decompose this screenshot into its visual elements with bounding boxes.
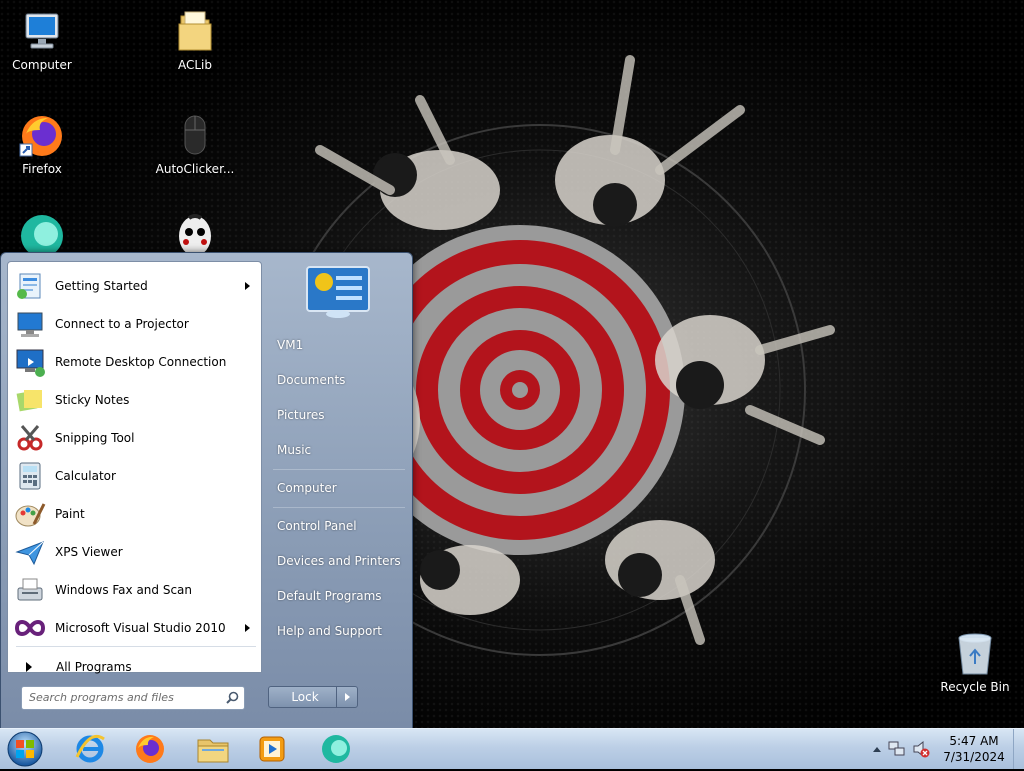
link-pictures[interactable]: Pictures <box>269 400 411 430</box>
search-icon[interactable] <box>226 691 239 704</box>
program-snipping-tool[interactable]: Snipping Tool <box>12 420 258 456</box>
program-label: Paint <box>55 507 85 521</box>
submenu-arrow-icon <box>245 624 250 632</box>
folder-icon <box>171 8 219 56</box>
program-sticky-notes[interactable]: Sticky Notes <box>12 382 258 418</box>
program-remote-desktop[interactable]: Remote Desktop Connection <box>12 344 258 380</box>
snipping-tool-icon <box>14 422 46 454</box>
desktop-icon-label: Recycle Bin <box>940 680 1010 694</box>
program-getting-started[interactable]: Getting Started <box>12 268 258 304</box>
firefox-icon <box>136 735 164 763</box>
link-documents[interactable]: Documents <box>269 365 411 395</box>
start-menu-programs-pane: Getting Started Connect to a Projector R… <box>7 261 262 674</box>
divider <box>16 646 256 647</box>
program-paint[interactable]: Paint <box>12 496 258 532</box>
all-programs-label: All Programs <box>56 660 132 674</box>
getting-started-icon <box>14 270 46 302</box>
program-label: Sticky Notes <box>55 393 130 407</box>
clock-date: 7/31/2024 <box>943 750 1005 764</box>
desktop-icon-autoclicker[interactable]: AutoClicker... <box>153 112 237 176</box>
shutdown-options-arrow[interactable] <box>336 686 358 708</box>
desktop-icon-label: Computer <box>12 58 72 72</box>
search-box[interactable] <box>21 686 245 710</box>
program-calculator[interactable]: Calculator <box>12 458 258 494</box>
taskbar-internet-explorer[interactable] <box>63 732 117 766</box>
desktop-icon-label: AutoClicker... <box>155 162 235 176</box>
mouse-icon <box>171 112 219 160</box>
media-player-icon <box>259 736 285 762</box>
program-label: Calculator <box>55 469 116 483</box>
all-programs-button[interactable]: All Programs <box>12 652 258 682</box>
remote-desktop-icon <box>14 346 46 378</box>
computer-icon <box>18 8 66 56</box>
desktop-icon-computer[interactable]: Computer <box>0 8 84 72</box>
program-label: Connect to a Projector <box>55 317 189 331</box>
taskbar-teal-app[interactable] <box>309 732 363 766</box>
desktop-icon-firefox[interactable]: Firefox <box>0 112 84 176</box>
program-label: Remote Desktop Connection <box>55 355 227 369</box>
taskbar-firefox[interactable] <box>123 732 177 766</box>
program-connect-projector[interactable]: Connect to a Projector <box>12 306 258 342</box>
right-arrow-icon <box>26 662 32 672</box>
user-picture-icon[interactable] <box>306 266 370 318</box>
recycle-bin-icon <box>951 630 999 678</box>
projector-icon <box>14 308 46 340</box>
paint-icon <box>14 498 46 530</box>
show-desktop-button[interactable] <box>1013 729 1024 769</box>
network-icon[interactable] <box>888 740 906 758</box>
link-user-vm1[interactable]: VM1 <box>269 330 411 360</box>
start-button[interactable] <box>4 730 46 768</box>
clock-time: 5:47 AM <box>949 734 999 748</box>
program-fax-scan[interactable]: Windows Fax and Scan <box>12 572 258 608</box>
fax-scan-icon <box>14 574 46 606</box>
program-label: Snipping Tool <box>55 431 135 445</box>
link-default-programs[interactable]: Default Programs <box>269 581 411 611</box>
link-control-panel[interactable]: Control Panel <box>269 511 411 541</box>
link-devices-printers[interactable]: Devices and Printers <box>269 546 411 576</box>
desktop[interactable]: Computer ACLib Firefox AutoClicker... Re… <box>0 0 1024 728</box>
link-help-support[interactable]: Help and Support <box>269 616 411 646</box>
desktop-icon-aclib[interactable]: ACLib <box>153 8 237 72</box>
start-menu-links-pane: VM1 Documents Pictures Music Computer Co… <box>263 253 411 728</box>
program-label: XPS Viewer <box>55 545 123 559</box>
submenu-arrow-icon <box>245 282 250 290</box>
visual-studio-icon <box>14 612 46 644</box>
lock-button[interactable]: Lock <box>268 686 342 708</box>
taskbar: 5:47 AM 7/31/2024 <box>0 728 1024 769</box>
windows-explorer-icon <box>197 739 229 763</box>
program-xps-viewer[interactable]: XPS Viewer <box>12 534 258 570</box>
start-menu: Getting Started Connect to a Projector R… <box>0 252 413 728</box>
program-label: Microsoft Visual Studio 2010 <box>55 621 226 635</box>
desktop-icon-recycle-bin[interactable]: Recycle Bin <box>933 630 1017 694</box>
clock[interactable]: 5:47 AM 7/31/2024 <box>936 733 1012 765</box>
show-hidden-icons-icon[interactable] <box>872 745 882 753</box>
link-computer[interactable]: Computer <box>269 473 411 503</box>
internet-explorer-icon <box>75 734 105 763</box>
teal-app-icon <box>322 735 350 763</box>
link-music[interactable]: Music <box>269 435 411 465</box>
divider <box>273 469 405 470</box>
desktop-icon-label: Firefox <box>22 162 62 176</box>
divider <box>273 507 405 508</box>
taskbar-windows-explorer[interactable] <box>186 732 240 766</box>
program-label: Getting Started <box>55 279 148 293</box>
program-visual-studio-2010[interactable]: Microsoft Visual Studio 2010 <box>12 610 258 646</box>
search-input[interactable] <box>22 687 219 707</box>
firefox-icon <box>18 112 66 160</box>
sticky-notes-icon <box>14 384 46 416</box>
system-tray: 5:47 AM 7/31/2024 <box>864 729 1024 769</box>
program-label: Windows Fax and Scan <box>55 583 193 597</box>
calculator-icon <box>14 460 46 492</box>
taskbar-media-player[interactable] <box>245 732 299 766</box>
volume-muted-icon[interactable] <box>912 740 930 758</box>
xps-viewer-icon <box>14 536 46 568</box>
desktop-icon-label: ACLib <box>177 58 212 72</box>
